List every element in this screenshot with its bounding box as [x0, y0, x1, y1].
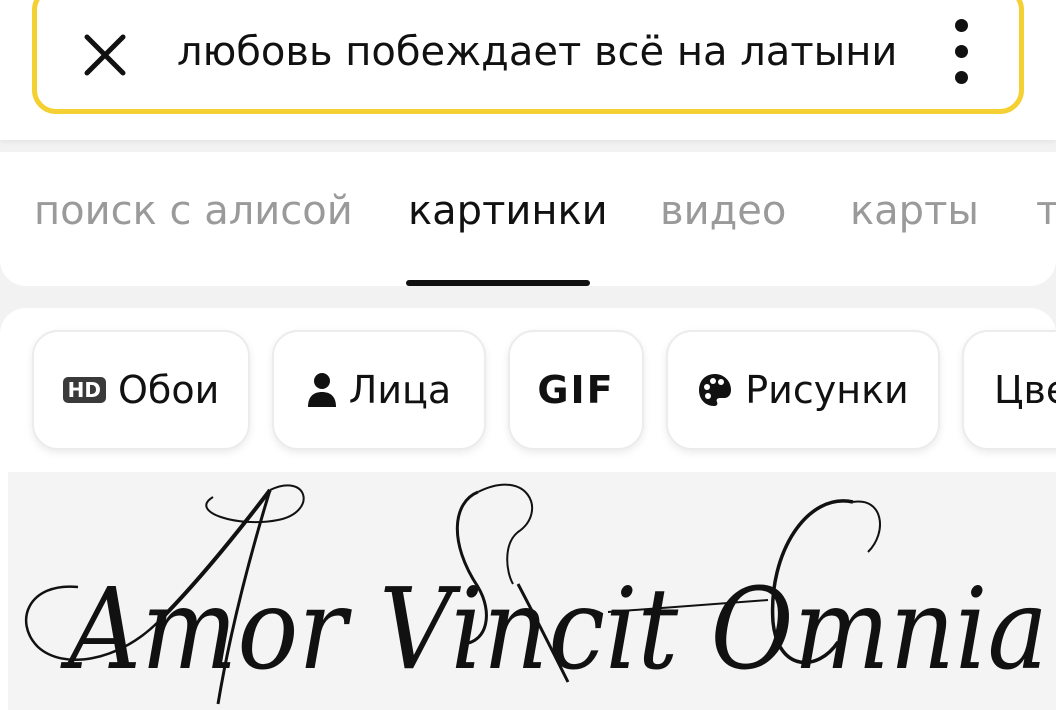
palette-icon	[699, 374, 732, 406]
filter-faces-chip[interactable]: Лица	[272, 330, 486, 450]
filter-colors-chip[interactable]: Цве	[962, 330, 1056, 450]
search-box[interactable]: любовь побеждает всё на латыни	[32, 0, 1024, 114]
result-image[interactable]: Amor Vincit Omnia	[8, 472, 1056, 710]
tab-next[interactable]: т	[1036, 188, 1056, 234]
filter-wallpapers-chip[interactable]: HD Обои	[32, 330, 250, 450]
tab-alice-search[interactable]: поиск с алисой	[34, 188, 353, 234]
filter-gif-chip[interactable]: GIF	[508, 330, 644, 450]
more-vertical-icon[interactable]	[951, 19, 975, 85]
calligraphy-image: Amor Vincit Omnia	[24, 483, 1048, 705]
search-query-text[interactable]: любовь побеждает всё на латыни	[177, 29, 897, 75]
close-icon[interactable]	[77, 27, 133, 83]
tab-video[interactable]: видео	[660, 188, 786, 234]
tab-images[interactable]: картинки	[408, 188, 608, 234]
filter-label: Рисунки	[745, 368, 909, 412]
hd-badge-icon: HD	[62, 377, 107, 403]
filter-label: Лица	[348, 368, 452, 412]
filter-drawings-chip[interactable]: Рисунки	[666, 330, 940, 450]
person-icon	[307, 373, 336, 407]
filter-label: Обои	[118, 368, 220, 412]
result-image-text: Amor Vincit Omnia	[60, 565, 1048, 695]
active-tab-indicator	[406, 280, 590, 286]
tab-maps[interactable]: карты	[850, 188, 979, 234]
search-tabs: поиск с алисой картинки видео карты т	[0, 152, 1056, 286]
results-area: HD Обои Лица GIF Рисунки Цве	[0, 308, 1056, 710]
filter-label: Цве	[994, 368, 1056, 412]
search-header: любовь побеждает всё на латыни	[0, 0, 1056, 140]
filter-label: GIF	[537, 368, 615, 412]
